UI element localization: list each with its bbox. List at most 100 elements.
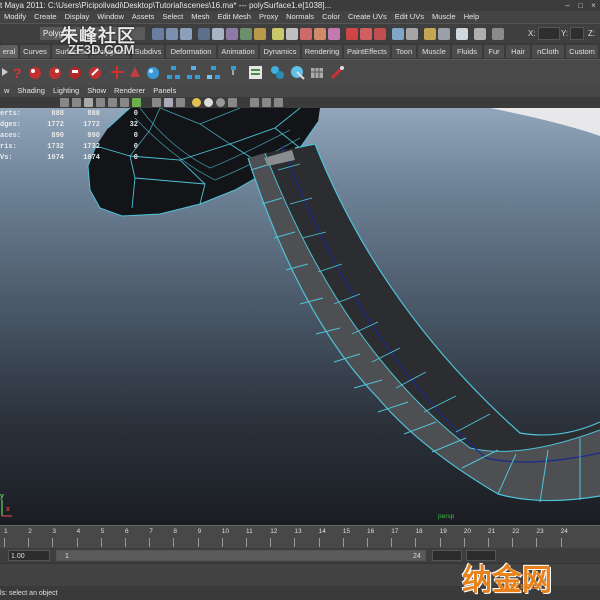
tab-curves[interactable]: Curves xyxy=(20,45,50,58)
render-view-icon[interactable] xyxy=(392,28,404,40)
panel-menu-panels[interactable]: Panels xyxy=(149,85,180,97)
tab-fur[interactable]: Fur xyxy=(484,45,504,58)
tab-subdivs[interactable]: Subdivs xyxy=(132,45,164,58)
xray-joints-icon[interactable] xyxy=(164,98,173,107)
hierarchy-icon[interactable] xyxy=(166,65,181,80)
select-edge-icon[interactable] xyxy=(212,28,224,40)
select-by-hierarchy-icon[interactable] xyxy=(152,28,164,40)
grid-icon[interactable] xyxy=(310,65,325,80)
numeric-input-icon[interactable] xyxy=(492,28,504,40)
snap-curve-icon[interactable] xyxy=(286,28,298,40)
custom-tool-2-icon[interactable] xyxy=(88,65,103,80)
minimize-button[interactable]: – xyxy=(563,0,572,11)
render-current-icon[interactable] xyxy=(406,28,418,40)
hierarchy-4-icon[interactable] xyxy=(226,65,241,80)
menu-edit-mesh[interactable]: Edit Mesh xyxy=(214,11,255,23)
menu-mesh[interactable]: Mesh xyxy=(187,11,213,23)
lock-selection-icon[interactable] xyxy=(254,28,266,40)
group-icon[interactable] xyxy=(128,65,143,80)
all-lights-icon[interactable] xyxy=(204,98,213,107)
select-uv-icon[interactable] xyxy=(240,28,252,40)
panel-menu-lighting[interactable]: Lighting xyxy=(49,85,83,97)
ipr-render-icon[interactable] xyxy=(424,28,436,40)
output-ops-icon[interactable] xyxy=(374,28,386,40)
tab-rendering[interactable]: Rendering xyxy=(302,45,342,58)
isolate-select-icon[interactable] xyxy=(132,98,141,107)
perspective-viewport[interactable]: erts: 888 888 0 dges: 1772 1772 32 aces:… xyxy=(0,108,600,525)
start-time-field[interactable]: 1.00 xyxy=(8,550,50,561)
help-question-icon[interactable]: ? xyxy=(10,65,25,80)
textured-icon[interactable] xyxy=(96,98,105,107)
menu-color[interactable]: Color xyxy=(318,11,344,23)
select-face-icon[interactable] xyxy=(226,28,238,40)
select-by-object-icon[interactable] xyxy=(166,28,178,40)
shelf-menu-icon[interactable] xyxy=(0,65,10,80)
tools-icon[interactable] xyxy=(330,65,345,80)
scene-geometry[interactable] xyxy=(0,108,600,525)
python-script-icon[interactable] xyxy=(48,65,63,80)
create-locator-icon[interactable] xyxy=(110,65,125,80)
camera-attributes-icon[interactable] xyxy=(250,98,259,107)
custom-tool-icon[interactable] xyxy=(68,65,83,80)
wireframe-icon[interactable] xyxy=(60,98,69,107)
menu-create[interactable]: Create xyxy=(30,11,61,23)
tab-hair[interactable]: Hair xyxy=(506,45,530,58)
end-time-field[interactable] xyxy=(432,550,462,561)
menu-edit-uvs[interactable]: Edit UVs xyxy=(391,11,428,23)
menu-create-uvs[interactable]: Create UVs xyxy=(344,11,391,23)
image-plane-icon[interactable] xyxy=(274,98,283,107)
x-field[interactable] xyxy=(538,27,560,40)
input-ops-icon[interactable] xyxy=(360,28,372,40)
menu-help[interactable]: Help xyxy=(460,11,483,23)
tab-animation[interactable]: Animation xyxy=(218,45,258,58)
snap-view-plane-icon[interactable] xyxy=(314,28,326,40)
tab-general[interactable]: eral xyxy=(0,45,18,58)
menu-modify[interactable]: Modify xyxy=(0,11,30,23)
close-button[interactable]: × xyxy=(589,0,598,11)
snap-point-icon[interactable] xyxy=(300,28,312,40)
tab-muscle[interactable]: Muscle xyxy=(418,45,450,58)
panel-menu-shading[interactable]: Shading xyxy=(13,85,49,97)
menu-select[interactable]: Select xyxy=(158,11,187,23)
wireframe-on-shaded-icon[interactable] xyxy=(84,98,93,107)
xray-icon[interactable] xyxy=(152,98,161,107)
menu-proxy[interactable]: Proxy xyxy=(255,11,282,23)
select-by-component-icon[interactable] xyxy=(180,28,192,40)
maximize-button[interactable]: □ xyxy=(576,0,585,11)
menu-normals[interactable]: Normals xyxy=(282,11,318,23)
bookmark-icon[interactable] xyxy=(262,98,271,107)
snap-grid-icon[interactable] xyxy=(272,28,284,40)
hypergraph-icon[interactable] xyxy=(290,65,305,80)
outliner-icon[interactable] xyxy=(270,65,285,80)
history-icon[interactable] xyxy=(346,28,358,40)
tab-custom[interactable]: Custom xyxy=(566,45,598,58)
hypershade-icon[interactable] xyxy=(456,28,468,40)
panel-menu-view[interactable]: w xyxy=(0,85,13,97)
flat-lighting-icon[interactable] xyxy=(228,98,237,107)
attribute-editor-icon[interactable] xyxy=(248,65,263,80)
render-settings-icon[interactable] xyxy=(438,28,450,40)
panel-menu-show[interactable]: Show xyxy=(83,85,110,97)
no-lights-icon[interactable] xyxy=(216,98,225,107)
tab-deformation[interactable]: Deformation xyxy=(166,45,216,58)
time-slider[interactable]: 1 2 3 4 5 6 7 8 9 10 11 12 13 14 15 16 17 18 19 20 21 22 23 24 xyxy=(0,525,600,549)
sphere-icon[interactable] xyxy=(146,65,161,80)
tab-fluids[interactable]: Fluids xyxy=(452,45,482,58)
default-light-icon[interactable] xyxy=(192,98,201,107)
menu-muscle[interactable]: Muscle xyxy=(428,11,460,23)
tab-ncloth[interactable]: nCloth xyxy=(532,45,564,58)
range-bar[interactable]: 1 24 xyxy=(56,550,426,561)
high-quality-icon[interactable] xyxy=(176,98,185,107)
smooth-shade-icon[interactable] xyxy=(72,98,81,107)
use-all-lights-icon[interactable] xyxy=(108,98,117,107)
hierarchy-3-icon[interactable] xyxy=(206,65,221,80)
tab-painteffects[interactable]: PaintEffects xyxy=(344,45,390,58)
transform-mode-icon[interactable] xyxy=(474,28,486,40)
select-vertex-icon[interactable] xyxy=(198,28,210,40)
hierarchy-2-icon[interactable] xyxy=(186,65,201,80)
panel-menu-renderer[interactable]: Renderer xyxy=(110,85,149,97)
y-field[interactable] xyxy=(570,27,584,40)
tab-toon[interactable]: Toon xyxy=(392,45,416,58)
make-live-icon[interactable] xyxy=(328,28,340,40)
tab-dynamics[interactable]: Dynamics xyxy=(260,45,300,58)
